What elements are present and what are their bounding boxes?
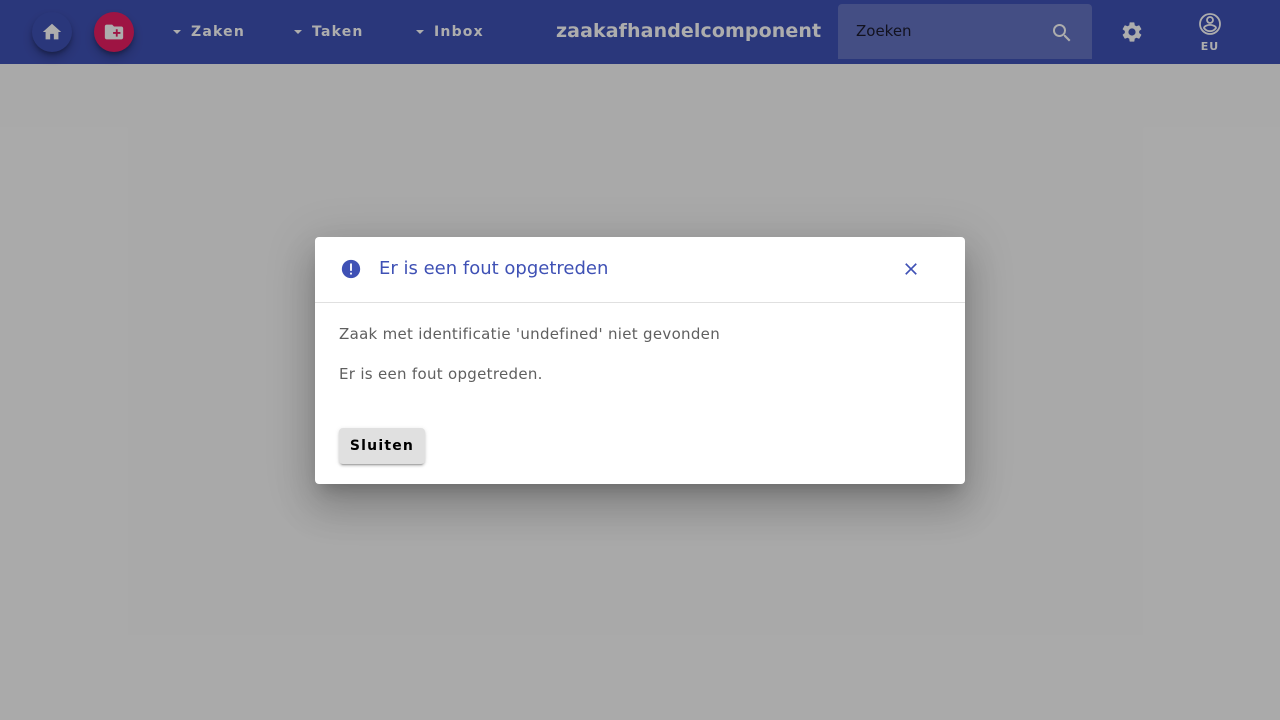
- close-button[interactable]: Sluiten: [339, 428, 425, 464]
- dialog-title: Er is een fout opgetreden: [379, 258, 609, 279]
- error-icon: [341, 259, 361, 279]
- close-icon[interactable]: [901, 259, 921, 279]
- dialog-message: Zaak met identificatie 'undefined' niet …: [339, 325, 721, 343]
- dialog-message: Er is een fout opgetreden.: [339, 365, 543, 383]
- error-dialog: Er is een fout opgetreden Zaak met ident…: [315, 237, 965, 484]
- dialog-header: Er is een fout opgetreden: [315, 237, 965, 303]
